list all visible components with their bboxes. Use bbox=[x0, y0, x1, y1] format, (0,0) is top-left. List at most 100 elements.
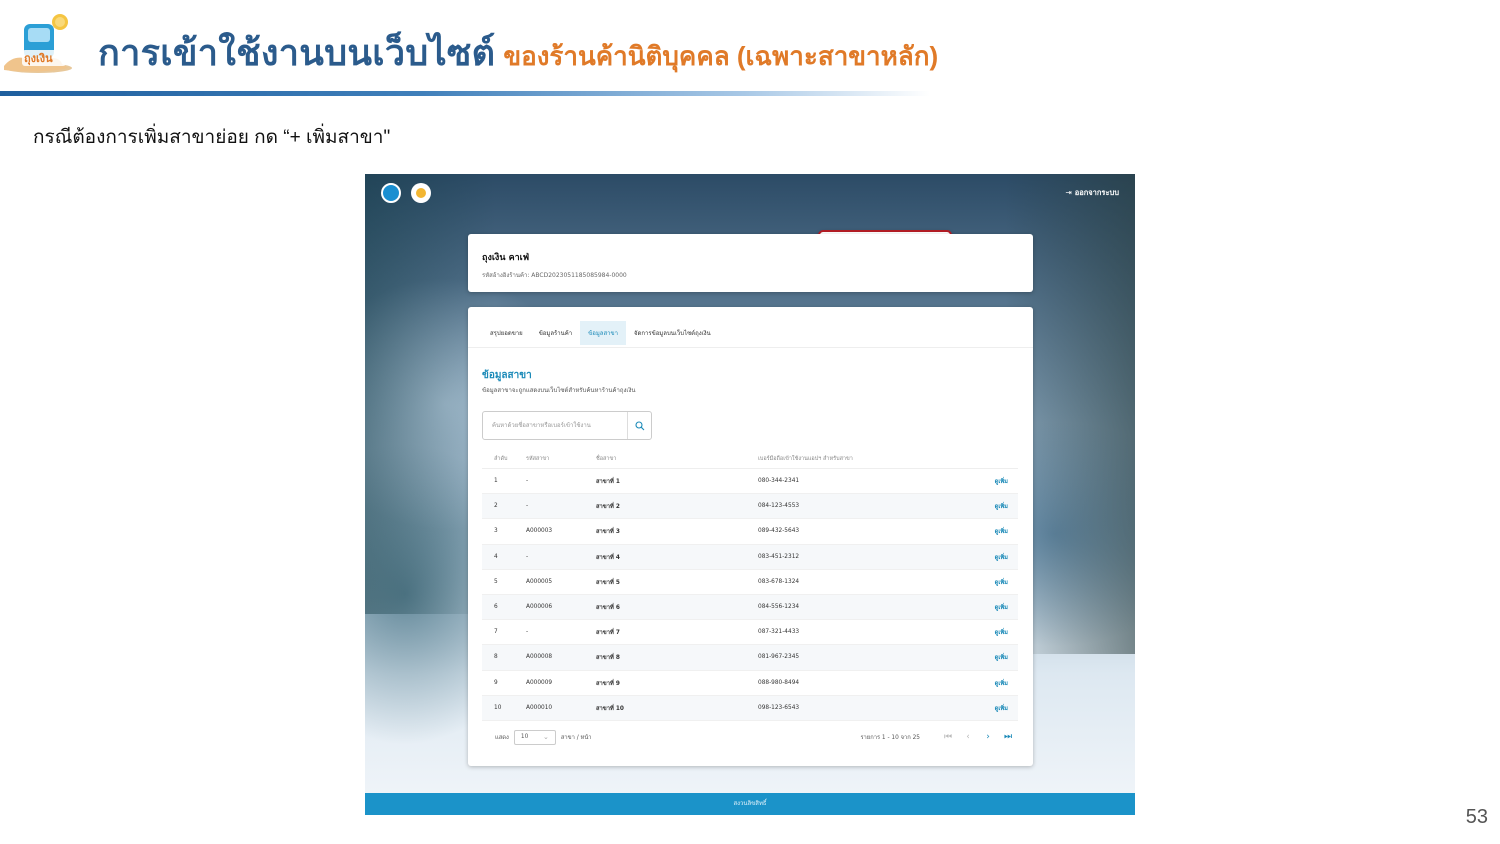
last-page-icon[interactable]: ⏭ bbox=[998, 732, 1018, 742]
table-row: 9 A000009 สาขาที่ 9 088-980-8494 ดูเพิ่ม bbox=[482, 671, 1018, 696]
shop-info-card: ถุงเงิน คาเฟ่ รหัสอ้างอิงร้านค้า: ABCD20… bbox=[468, 234, 1033, 292]
bank-logo-icon bbox=[381, 183, 401, 203]
chevron-down-icon: ⌄ bbox=[543, 733, 549, 741]
view-more-link[interactable]: ดูเพิ่ม bbox=[978, 476, 1018, 486]
row-branch-code: A000005 bbox=[526, 578, 553, 585]
row-phone: 083-678-1324 bbox=[758, 578, 800, 585]
table-body: 1 - สาขาที่ 1 080-344-2341 ดูเพิ่ม 2 - สาขาที่ … bbox=[482, 469, 1018, 721]
website-screenshot: ⇥ ออกจากระบบ ถุงเงิน คาเฟ่ รหัสอ้างอิงร้า… bbox=[365, 174, 1135, 815]
shop-reference-code: รหัสอ้างอิงร้านค้า: ABCD2023051185085984… bbox=[482, 272, 627, 279]
row-phone: 088-980-8494 bbox=[758, 679, 800, 686]
table-row: 3 A000003 สาขาที่ 3 089-432-5643 ดูเพิ่ม bbox=[482, 519, 1018, 545]
per-page-label: สาขา / หน้า bbox=[560, 735, 592, 741]
view-more-link[interactable]: ดูเพิ่ม bbox=[978, 703, 1018, 713]
page-number: 53 bbox=[1465, 806, 1488, 828]
tab-website-management[interactable]: จัดการข้อมูลบนเว็บไซต์ถุงเงิน bbox=[626, 321, 719, 345]
row-phone: 084-556-1234 bbox=[758, 604, 800, 611]
search-box bbox=[482, 411, 652, 440]
view-more-link[interactable]: ดูเพิ่ม bbox=[978, 526, 1018, 536]
table-row: 8 A000008 สาขาที่ 8 081-967-2345 ดูเพิ่ม bbox=[482, 645, 1018, 671]
slide-title: การเข้าใช้งานบนเว็บไซต์ ของร้านค้านิติบุค… bbox=[98, 24, 938, 81]
row-branch-code: - bbox=[526, 478, 529, 485]
table-header: ลำดับ รหัสสาขา ชื่อสาขา เบอร์มือถือเข้าใ… bbox=[482, 449, 1018, 469]
table-row: 5 A000005 สาขาที่ 5 083-678-1324 ดูเพิ่ม bbox=[482, 570, 1018, 595]
title-divider bbox=[0, 91, 930, 96]
search-input[interactable] bbox=[483, 412, 627, 439]
show-label: แสดง bbox=[495, 735, 509, 741]
row-phone: 084-123-4553 bbox=[758, 503, 800, 510]
row-branch-name: สาขาที่ 9 bbox=[596, 680, 620, 687]
row-number: 2 bbox=[494, 503, 498, 510]
row-branch-name: สาขาที่ 1 bbox=[596, 479, 620, 486]
search-button[interactable] bbox=[627, 412, 651, 439]
row-number: 5 bbox=[494, 578, 498, 585]
view-more-link[interactable]: ดูเพิ่ม bbox=[978, 602, 1018, 612]
row-branch-name: สาขาที่ 8 bbox=[596, 655, 620, 662]
chevron-right-icon[interactable]: › bbox=[978, 732, 998, 742]
table-row: 7 - สาขาที่ 7 087-321-4433 ดูเพิ่ม bbox=[482, 620, 1018, 646]
branch-panel: สรุปยอดขาย ข้อมูลร้านค้า ข้อมูลสาขา จัดก… bbox=[468, 307, 1033, 766]
row-phone: 081-967-2345 bbox=[758, 654, 800, 661]
page-size-select[interactable]: 10 ⌄ bbox=[513, 729, 556, 745]
tab-sales-summary[interactable]: สรุปยอดขาย bbox=[482, 321, 531, 345]
instruction-text: กรณีต้องการเพิ่มสาขาย่อย กด “+ เพิ่มสาขา… bbox=[33, 127, 391, 148]
view-more-link[interactable]: ดูเพิ่ม bbox=[978, 552, 1018, 562]
range-text: รายการ 1 - 10 จาก 25 bbox=[860, 735, 920, 741]
slide-title-main: การเข้าใช้งานบนเว็บไซต์ bbox=[98, 32, 496, 73]
header-branch-code: รหัสสาขา bbox=[526, 455, 550, 462]
table-row: 6 A000006 สาขาที่ 6 084-556-1234 ดูเพิ่ม bbox=[482, 594, 1018, 621]
header-branch-name: ชื่อสาขา bbox=[596, 455, 617, 462]
shop-name: ถุงเงิน คาเฟ่ bbox=[482, 253, 530, 263]
tungngern-logo: ถุงเงิน bbox=[2, 12, 74, 76]
pagination: แสดง 10 ⌄ สาขา / หน้า รายการ 1 - 10 จาก … bbox=[482, 726, 1018, 748]
row-phone: 087-321-4433 bbox=[758, 629, 800, 636]
page-size-value: 10 bbox=[520, 734, 529, 740]
logout-icon: ⇥ bbox=[1065, 188, 1072, 197]
tab-shop-info[interactable]: ข้อมูลร้านค้า bbox=[531, 321, 580, 345]
row-branch-name: สาขาที่ 10 bbox=[596, 705, 624, 712]
row-number: 3 bbox=[494, 528, 498, 535]
branch-table: ลำดับ รหัสสาขา ชื่อสาขา เบอร์มือถือเข้าใ… bbox=[482, 449, 1018, 721]
table-row: 1 - สาขาที่ 1 080-344-2341 ดูเพิ่ม bbox=[482, 469, 1018, 495]
row-number: 6 bbox=[494, 604, 498, 611]
header-phone: เบอร์มือถือเข้าใช้งานแอปฯ สำหรับสาขา bbox=[758, 455, 853, 462]
row-branch-code: - bbox=[526, 629, 529, 636]
tab-bar: สรุปยอดขาย ข้อมูลร้านค้า ข้อมูลสาขา จัดก… bbox=[482, 321, 719, 345]
view-more-link[interactable]: ดูเพิ่ม bbox=[978, 652, 1018, 662]
row-branch-name: สาขาที่ 5 bbox=[596, 579, 620, 586]
row-branch-code: A000009 bbox=[526, 679, 553, 686]
table-row: 10 A000010 สาขาที่ 10 098-123-6543 ดูเพิ่ม bbox=[482, 695, 1018, 721]
view-more-link[interactable]: ดูเพิ่ม bbox=[978, 577, 1018, 587]
header-no: ลำดับ bbox=[494, 455, 508, 462]
chevron-left-icon[interactable]: ‹ bbox=[958, 732, 978, 742]
row-phone: 089-432-5643 bbox=[758, 528, 800, 535]
logo-text: ถุงเงิน bbox=[24, 52, 53, 66]
first-page-icon[interactable]: ⏮ bbox=[938, 732, 958, 742]
row-branch-code: A000010 bbox=[526, 704, 553, 711]
tab-divider bbox=[468, 347, 1033, 348]
table-row: 2 - สาขาที่ 2 084-123-4553 ดูเพิ่ม bbox=[482, 494, 1018, 520]
section-title: ข้อมูลสาขา bbox=[482, 370, 532, 381]
row-number: 7 bbox=[494, 629, 498, 636]
tab-branch-info[interactable]: ข้อมูลสาขา bbox=[580, 321, 626, 345]
row-branch-name: สาขาที่ 6 bbox=[596, 605, 620, 612]
row-branch-code: A000003 bbox=[526, 528, 553, 535]
row-phone: 098-123-6543 bbox=[758, 704, 800, 711]
view-more-link[interactable]: ดูเพิ่ม bbox=[978, 627, 1018, 637]
view-more-link[interactable]: ดูเพิ่ม bbox=[978, 678, 1018, 688]
row-branch-name: สาขาที่ 7 bbox=[596, 630, 620, 637]
row-number: 8 bbox=[494, 654, 498, 661]
logout-button[interactable]: ⇥ ออกจากระบบ bbox=[1065, 187, 1119, 199]
row-branch-code: - bbox=[526, 553, 529, 560]
view-more-link[interactable]: ดูเพิ่ม bbox=[978, 501, 1018, 511]
tungngern-app-icon bbox=[411, 183, 431, 203]
row-number: 10 bbox=[494, 704, 502, 711]
row-branch-name: สาขาที่ 2 bbox=[596, 504, 620, 511]
row-branch-code: - bbox=[526, 503, 529, 510]
row-number: 1 bbox=[494, 478, 498, 485]
footer-bar: สงวนลิขสิทธิ์ bbox=[365, 793, 1135, 815]
row-number: 9 bbox=[494, 679, 498, 686]
row-branch-name: สาขาที่ 3 bbox=[596, 529, 620, 536]
row-phone: 083-451-2312 bbox=[758, 553, 800, 560]
search-icon bbox=[634, 420, 644, 430]
